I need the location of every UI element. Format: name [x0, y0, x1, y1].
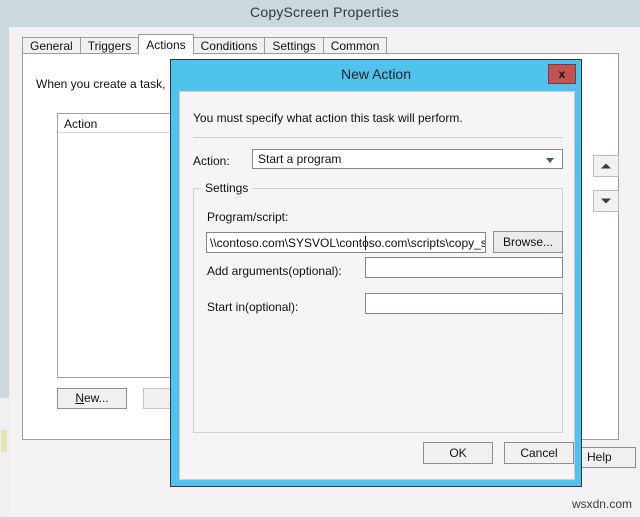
- start-in-input[interactable]: [365, 293, 563, 314]
- action-type-dropdown[interactable]: Start a program: [252, 149, 563, 169]
- browse-button[interactable]: Browse...: [493, 231, 563, 253]
- close-icon[interactable]: x: [548, 64, 576, 84]
- tab-settings[interactable]: Settings: [264, 37, 324, 54]
- tab-triggers[interactable]: Triggers: [79, 37, 140, 54]
- tab-general[interactable]: General: [22, 37, 81, 54]
- triangle-down-icon: [601, 198, 611, 204]
- add-arguments-input[interactable]: [365, 257, 563, 278]
- move-action-down-button[interactable]: [593, 190, 619, 212]
- new-button-mnemonic: N: [75, 391, 84, 405]
- ok-button[interactable]: OK: [423, 442, 493, 464]
- start-in-label: Start in(optional):: [207, 300, 299, 314]
- background-window-accent: [1, 430, 7, 452]
- dialog-instruction-text: You must specify what action this task w…: [193, 111, 463, 125]
- chevron-down-icon: [546, 158, 554, 163]
- help-button[interactable]: Help: [580, 447, 636, 468]
- desktop-backdrop: CopyScreen Properties General Triggers A…: [0, 0, 640, 517]
- dialog-body: You must specify what action this task w…: [179, 91, 575, 480]
- page-title: CopyScreen Properties: [250, 4, 399, 20]
- tab-common[interactable]: Common: [322, 37, 388, 54]
- cancel-button[interactable]: Cancel: [504, 442, 574, 464]
- text-caret: [365, 236, 366, 250]
- action-field-label: Action:: [193, 154, 230, 168]
- triangle-up-icon: [601, 163, 611, 169]
- actions-tab-description: When you create a task,: [36, 77, 166, 91]
- column-header-action[interactable]: Action: [64, 117, 97, 131]
- program-script-value: \\contoso.com\SYSVOL\contoso.com\scripts…: [210, 236, 486, 250]
- action-type-value: Start a program: [258, 152, 342, 166]
- main-window-titlebar: CopyScreen Properties: [9, 0, 640, 27]
- dialog-title: New Action: [340, 66, 412, 82]
- program-script-input[interactable]: \\contoso.com\SYSVOL\contoso.com\scripts…: [206, 232, 486, 253]
- new-action-button[interactable]: New...: [57, 388, 127, 409]
- move-action-up-button[interactable]: [593, 155, 619, 177]
- watermark: wsxdn.com: [571, 497, 632, 511]
- add-arguments-label: Add arguments(optional):: [207, 264, 342, 278]
- tab-conditions[interactable]: Conditions: [192, 37, 266, 54]
- dialog-divider: [193, 137, 563, 138]
- program-script-label: Program/script:: [207, 210, 289, 224]
- tab-actions[interactable]: Actions: [138, 34, 194, 55]
- new-button-label: ew...: [83, 391, 109, 405]
- settings-group-label: Settings: [201, 181, 253, 195]
- new-action-dialog: New Action x You must specify what actio…: [170, 59, 582, 487]
- tab-strip: General Triggers Actions Conditions Sett…: [22, 34, 388, 55]
